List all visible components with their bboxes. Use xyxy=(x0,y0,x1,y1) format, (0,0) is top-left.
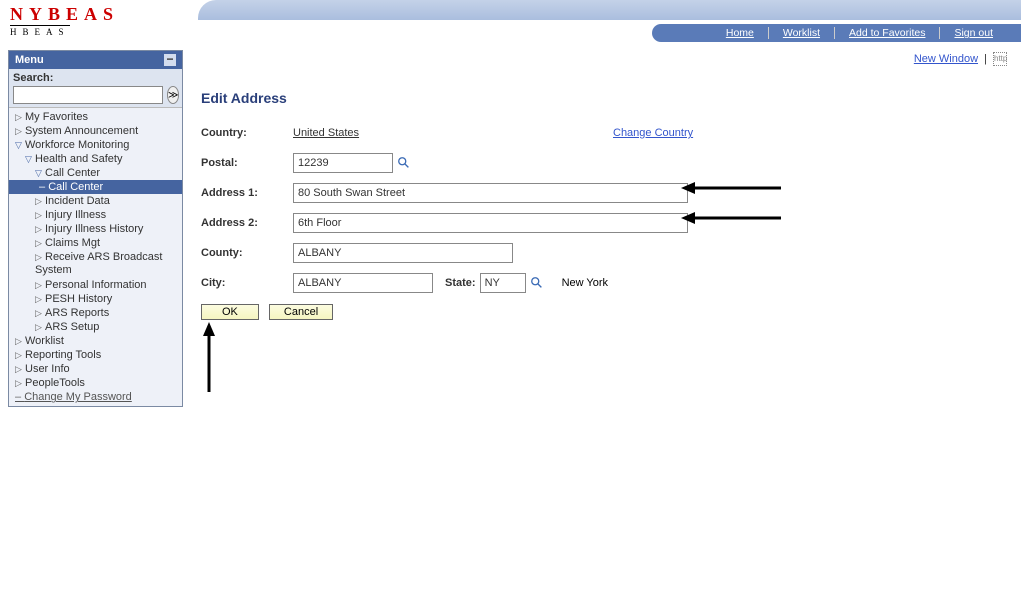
nav-call-center-selected[interactable]: Call Center xyxy=(9,180,182,194)
new-window-link[interactable]: New Window xyxy=(914,53,978,65)
menu-collapse-icon[interactable]: − xyxy=(164,54,176,66)
search-go-button[interactable]: ≫ xyxy=(167,86,179,104)
logo-sub: HBEAS xyxy=(10,25,70,37)
help-icon[interactable]: http xyxy=(993,52,1007,66)
nav-ars-setup[interactable]: ▷ARS Setup xyxy=(9,320,182,334)
state-name: New York xyxy=(562,277,608,289)
nav-claims-mgt[interactable]: ▷Claims Mgt xyxy=(9,236,182,250)
ok-button[interactable]: OK xyxy=(201,304,259,320)
nav-injury-illness[interactable]: ▷Injury Illness xyxy=(9,208,182,222)
state-input[interactable] xyxy=(480,273,526,293)
row-postal: Postal: xyxy=(201,152,1003,174)
value-country: United States xyxy=(293,127,443,139)
nav-change-password[interactable]: Change My Password xyxy=(9,390,182,404)
state-lookup-icon[interactable] xyxy=(530,276,544,290)
postal-input[interactable] xyxy=(293,153,393,173)
label-city: City: xyxy=(201,277,293,289)
row-county: County: xyxy=(201,242,1003,264)
nav-workforce-monitoring[interactable]: ▽Workforce Monitoring xyxy=(9,138,182,152)
sidebar: Menu − Search: ≫ ▷My Favorites ▷System A… xyxy=(8,50,183,407)
nav-ars-reports[interactable]: ▷ARS Reports xyxy=(9,306,182,320)
label-state: State: xyxy=(445,277,476,289)
nav-home[interactable]: Home xyxy=(712,27,768,39)
row-city: City: State: New York xyxy=(201,272,1003,294)
nav-reporting-tools[interactable]: ▷Reporting Tools xyxy=(9,348,182,362)
header-bar: Home Worklist Add to Favorites Sign out xyxy=(178,0,1021,42)
search-label: Search: xyxy=(13,72,178,84)
menu-title: Menu xyxy=(15,54,44,66)
button-row: OK Cancel xyxy=(201,304,1003,320)
logo: NYBEAS HBEAS xyxy=(0,0,178,40)
search-input[interactable] xyxy=(13,86,163,104)
row-address2: Address 2: xyxy=(201,212,1003,234)
address1-input[interactable] xyxy=(293,183,688,203)
row-country: Country: United States Change Country xyxy=(201,122,1003,144)
page-title: Edit Address xyxy=(201,90,1003,106)
nav-pesh-history[interactable]: ▷PESH History xyxy=(9,292,182,306)
annotation-arrow-address1 xyxy=(681,180,781,199)
nav-signout[interactable]: Sign out xyxy=(939,27,1007,39)
annotation-arrow-ok xyxy=(201,322,217,395)
nav-system-announcement[interactable]: ▷System Announcement xyxy=(9,124,182,138)
label-address1: Address 1: xyxy=(201,187,293,199)
nav-tree: ▷My Favorites ▷System Announcement ▽Work… xyxy=(9,108,182,406)
postal-lookup-icon[interactable] xyxy=(397,156,411,170)
content-area: New Window | http Edit Address Country: … xyxy=(183,42,1021,407)
county-input[interactable] xyxy=(293,243,513,263)
menu-header: Menu − xyxy=(9,51,182,69)
top-links: New Window | http xyxy=(914,52,1007,66)
nav-health-safety[interactable]: ▽Health and Safety xyxy=(9,152,182,166)
label-county: County: xyxy=(201,247,293,259)
nav-peopletools[interactable]: ▷PeopleTools xyxy=(9,376,182,390)
nav-favorites[interactable]: Add to Favorites xyxy=(834,27,939,39)
change-country-link[interactable]: Change Country xyxy=(613,127,693,139)
nav-incident-data[interactable]: ▷Incident Data xyxy=(9,194,182,208)
header-decoration xyxy=(198,0,1021,20)
nav-personal-info[interactable]: ▷Personal Information xyxy=(9,278,182,292)
nav-user-info[interactable]: ▷User Info xyxy=(9,362,182,376)
label-address2: Address 2: xyxy=(201,217,293,229)
separator: | xyxy=(981,53,990,65)
address2-input[interactable] xyxy=(293,213,688,233)
app-header: NYBEAS HBEAS Home Worklist Add to Favori… xyxy=(0,0,1021,42)
row-address1: Address 1: xyxy=(201,182,1003,204)
header-nav: Home Worklist Add to Favorites Sign out xyxy=(652,24,1021,42)
nav-worklist[interactable]: ▷Worklist xyxy=(9,334,182,348)
nav-worklist[interactable]: Worklist xyxy=(768,27,834,39)
label-country: Country: xyxy=(201,127,293,139)
annotation-arrow-address2 xyxy=(681,210,781,229)
nav-call-center[interactable]: ▽Call Center xyxy=(9,166,182,180)
nav-injury-history[interactable]: ▷Injury Illness History xyxy=(9,222,182,236)
search-section: Search: ≫ xyxy=(9,69,182,108)
label-postal: Postal: xyxy=(201,157,293,169)
logo-main: NYBEAS xyxy=(10,4,168,25)
nav-my-favorites[interactable]: ▷My Favorites xyxy=(9,110,182,124)
nav-ars-broadcast[interactable]: ▷Receive ARS Broadcast System xyxy=(9,250,182,278)
cancel-button[interactable]: Cancel xyxy=(269,304,333,320)
city-input[interactable] xyxy=(293,273,433,293)
